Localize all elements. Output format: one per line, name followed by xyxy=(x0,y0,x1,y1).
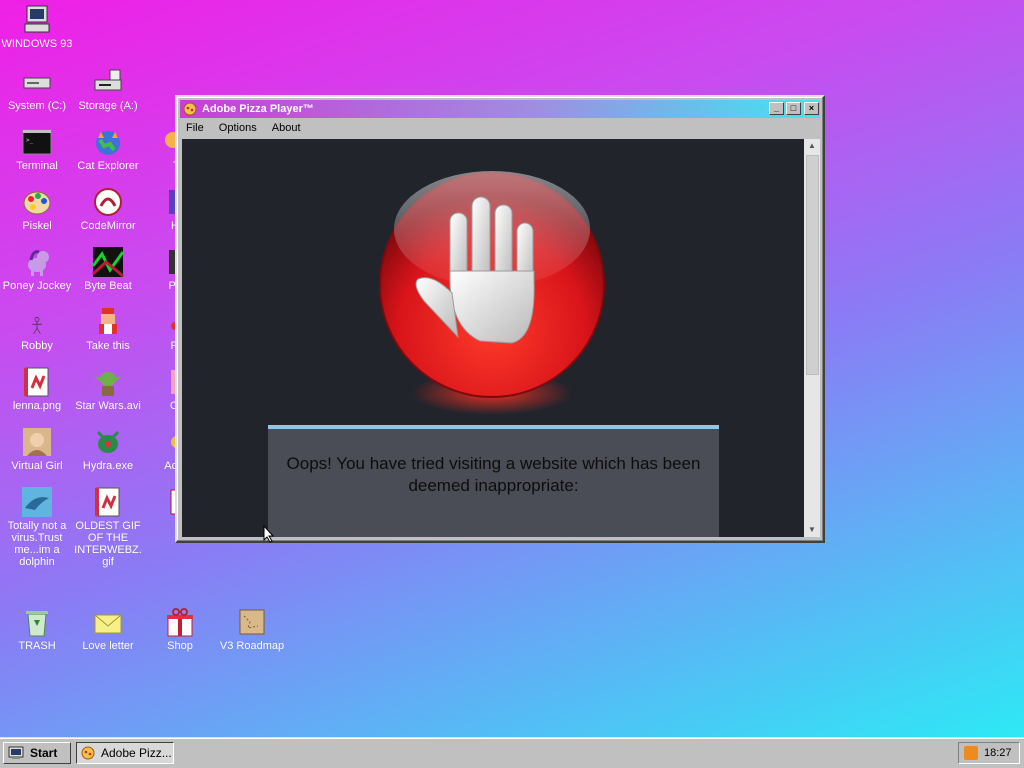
pizza-player-window[interactable]: Adobe Pizza Player™ _ □ × File Options A… xyxy=(175,95,825,543)
maximize-button[interactable]: □ xyxy=(786,102,801,115)
task-pizza-player[interactable]: Adobe Pizz... xyxy=(76,742,174,764)
computer-icon xyxy=(24,5,50,33)
stick-figure-icon xyxy=(32,317,42,335)
codemirror-icon xyxy=(94,188,122,216)
pony-icon xyxy=(28,250,49,276)
start-label: Start xyxy=(30,746,58,760)
desktop-icon-label: System (C:) xyxy=(7,100,67,112)
desktop-icon-shop[interactable]: Shop xyxy=(144,606,216,652)
desktop-icon-virtualgirl[interactable]: Virtual Girl xyxy=(1,426,73,472)
desktop-icon-piskel[interactable]: Piskel xyxy=(1,186,73,232)
vertical-scrollbar[interactable]: ▲ ▼ xyxy=(804,139,820,537)
desktop-icon-system[interactable]: System (C:) xyxy=(1,66,73,112)
desktop-icon-label: Terminal xyxy=(16,160,58,172)
window-title: Adobe Pizza Player™ xyxy=(202,103,314,115)
cat-globe-icon xyxy=(96,131,120,155)
pizza-icon xyxy=(183,102,197,116)
trash-icon xyxy=(26,611,48,637)
svg-text:>_: >_ xyxy=(26,137,34,144)
notice-message: Oops! You have tried visiting a website … xyxy=(286,454,701,495)
desktop-icon-label: Poney Jockey xyxy=(2,280,72,292)
close-button[interactable]: × xyxy=(804,102,819,115)
desktop-icon-label: Shop xyxy=(167,640,193,652)
pixel-character-icon xyxy=(99,308,117,334)
gift-icon xyxy=(167,608,193,637)
desktop-icon-roadmap[interactable]: V3 Roadmap xyxy=(216,606,288,652)
bytebeat-icon xyxy=(92,247,124,278)
taskbar: Start Adobe Pizz... 18:27 xyxy=(0,737,1024,768)
dolphin-icon xyxy=(22,487,52,517)
scrollbar-thumb[interactable] xyxy=(806,155,819,375)
task-label: Adobe Pizz... xyxy=(101,746,172,760)
player-content: Oops! You have tried visiting a website … xyxy=(182,139,804,537)
menu-about[interactable]: About xyxy=(266,119,307,137)
desktop-icon-robby[interactable]: Robby xyxy=(1,316,73,352)
desktop-icon-trash[interactable]: TRASH xyxy=(1,606,73,652)
menu-file[interactable]: File xyxy=(180,119,210,137)
floppy-drive-icon xyxy=(94,69,122,91)
desktop-icon-poney[interactable]: Poney Jockey xyxy=(1,246,73,292)
terminal-icon: >_ xyxy=(22,129,52,155)
desktop-icon-loveletter[interactable]: Love letter xyxy=(72,606,144,652)
desktop-icon-label: TRASH xyxy=(18,640,56,652)
portrait-icon xyxy=(23,428,51,456)
desktop-icon-dolphin[interactable]: Totally not a virus.Trust me...im a dolp… xyxy=(1,486,73,568)
clock: 18:27 xyxy=(984,747,1012,759)
desktop-icon-label: Totally not a virus.Trust me...im a dolp… xyxy=(7,520,67,568)
desktop-icon-label: WINDOWS 93 xyxy=(1,38,73,50)
map-icon xyxy=(239,609,265,635)
scroll-down-icon[interactable]: ▼ xyxy=(804,523,820,537)
rss-icon[interactable] xyxy=(964,746,978,760)
desktop-icon-label: Storage (A:) xyxy=(78,100,138,112)
yoda-icon xyxy=(94,372,122,396)
start-button[interactable]: Start xyxy=(3,742,71,764)
menu-bar: File Options About xyxy=(180,119,820,137)
desktop-icon-lenna[interactable]: lenna.png xyxy=(1,366,73,412)
pizza-icon xyxy=(81,746,95,760)
desktop-icon-windows93[interactable]: WINDOWS 93 xyxy=(1,4,73,50)
desktop-icon-terminal[interactable]: >_ Terminal xyxy=(1,126,73,172)
desktop-icon-label: Virtual Girl xyxy=(11,460,63,472)
envelope-icon xyxy=(94,614,122,634)
scroll-up-icon[interactable]: ▲ xyxy=(804,139,820,153)
desktop-icon-label: V3 Roadmap xyxy=(219,640,285,652)
desktop-icon-label: Piskel xyxy=(22,220,52,232)
desktop-icon-storage[interactable]: Storage (A:) xyxy=(72,66,144,112)
dragon-icon xyxy=(96,430,120,453)
start-logo-icon xyxy=(8,746,24,759)
desktop-icon-label: Robby xyxy=(21,340,53,352)
palette-icon xyxy=(23,191,51,215)
desktop-icon-label: Love letter xyxy=(82,640,134,652)
stop-hand-icon xyxy=(379,171,605,415)
inappropriate-notice: Oops! You have tried visiting a website … xyxy=(268,425,719,537)
image-file-icon xyxy=(24,367,49,397)
system-tray: 18:27 xyxy=(958,742,1020,764)
window-titlebar[interactable]: Adobe Pizza Player™ _ □ × xyxy=(180,100,820,118)
menu-options[interactable]: Options xyxy=(213,119,263,137)
mouse-cursor-icon xyxy=(263,525,275,543)
drive-icon xyxy=(23,77,51,89)
minimize-button[interactable]: _ xyxy=(769,102,784,115)
desktop-icon-label: lenna.png xyxy=(12,400,62,412)
gif-file-icon xyxy=(95,487,120,517)
